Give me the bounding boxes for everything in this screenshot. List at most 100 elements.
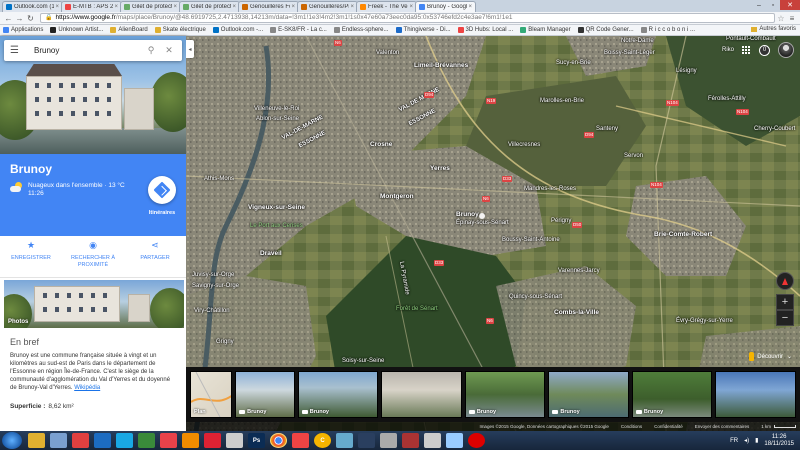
map-place-label[interactable]: Villecresnes <box>508 142 540 148</box>
tab-close-icon[interactable]: × <box>114 4 118 10</box>
bookmark-item[interactable]: 3D Hubs: Local ... <box>457 27 513 33</box>
browser-tab[interactable]: Gilet de protection× <box>120 1 181 12</box>
chevron-down-icon[interactable]: ⌄ <box>787 353 792 360</box>
compass-icon[interactable] <box>776 272 794 290</box>
privacy-link[interactable]: Confidentialité <box>654 424 683 429</box>
minimize-button[interactable]: ‒ <box>752 0 766 10</box>
network-icon[interactable]: ▮ <box>755 437 758 444</box>
browser-tab[interactable]: Brunoy - Google Ma× <box>415 1 476 12</box>
directions-button[interactable] <box>148 176 176 204</box>
discover-button[interactable]: Découvrir ⌄ <box>749 352 792 361</box>
zoom-in-button[interactable]: + <box>776 294 794 310</box>
action-star-button[interactable]: ★ ENREGISTRER <box>0 236 62 277</box>
vlc-app-icon[interactable] <box>182 433 199 448</box>
bookmark-item[interactable]: R i c c o b o n i ... <box>640 27 695 33</box>
map-place-label[interactable]: Savigny-sur-Orge <box>192 283 239 289</box>
language-indicator[interactable]: FR <box>730 438 738 444</box>
map-place-label[interactable]: Boissy-Saint-Léger <box>604 50 655 56</box>
reload-icon[interactable]: ↻ <box>25 14 36 23</box>
tab-close-icon[interactable]: × <box>232 4 236 10</box>
map-place-label[interactable]: Évry-Grégy-sur-Yerre <box>676 318 733 324</box>
3d-app-icon[interactable] <box>226 433 243 448</box>
map-place-label[interactable]: Santeny <box>596 126 618 132</box>
action-share-button[interactable]: ⋖ PARTAGER <box>124 236 186 277</box>
map-place-label[interactable]: Athis-Mons <box>204 176 234 182</box>
action-pin-nearby-button[interactable]: ◉ RECHERCHER À PROXIMITÉ <box>62 236 124 277</box>
clock[interactable]: 11:26 18/11/2015 <box>764 434 794 448</box>
wikipedia-link[interactable]: Wikipédia <box>74 385 100 391</box>
bookmark-item[interactable]: Bleam Manager <box>520 27 571 33</box>
photo-thumbnail[interactable]: Brunoy <box>631 371 713 418</box>
itunes-app-icon[interactable] <box>424 433 441 448</box>
browser-tab[interactable]: E-MTB : APS 2WD× <box>61 1 122 12</box>
scale-bar[interactable]: 1 km <box>761 424 796 429</box>
tab-close-icon[interactable]: × <box>409 4 413 10</box>
photo-thumbnail[interactable] <box>381 371 462 418</box>
map-place-label[interactable]: Grigny <box>216 339 234 345</box>
bookmark-star-icon[interactable]: ☆ <box>775 14 787 23</box>
other-bookmarks[interactable]: Autres favoris <box>751 26 796 32</box>
sketch-app-icon[interactable] <box>380 433 397 448</box>
map-place-label[interactable]: Villeneuve-le-Roi <box>254 106 299 112</box>
map-place-label[interactable]: Notre-Dame <box>621 38 654 44</box>
browser-tab[interactable]: Genouillères Fox Ra× <box>238 1 299 12</box>
browser-tab[interactable]: Freek - The Vendi× <box>356 1 417 12</box>
browser-tab[interactable]: Gilet de protection× <box>179 1 240 12</box>
map-thumbnail[interactable]: Plan <box>190 371 233 418</box>
map-place-label[interactable]: Juvisy-sur-Orge <box>192 272 234 278</box>
map-place-label[interactable]: Cherry-Coubert <box>754 126 795 132</box>
map-place-label[interactable]: Valenton <box>376 50 399 56</box>
photo-thumbnail[interactable]: Brunoy <box>548 371 629 418</box>
pegman-icon[interactable] <box>749 352 755 361</box>
photos-preview[interactable]: Photos <box>4 280 184 328</box>
avatar[interactable] <box>778 42 794 58</box>
bookmark-item[interactable]: E-SK8/FR - La c... <box>270 27 327 33</box>
map-place-label[interactable]: Le Port aux Cerises <box>250 223 303 229</box>
bookmark-item[interactable]: Thingiverse - Di... <box>395 27 451 33</box>
map-place-label[interactable]: Viry-Châtillon <box>194 308 230 314</box>
search-input[interactable]: Brunoy <box>26 46 144 55</box>
c-app-icon[interactable]: C <box>314 433 331 448</box>
map-place-label[interactable]: Brie-Comte-Robert <box>654 231 712 238</box>
photo-thumbnail[interactable]: Brunoy <box>297 371 379 418</box>
map-place-label[interactable]: Draveil <box>260 250 282 257</box>
map-place-label[interactable]: Sucy-en-Brie <box>556 60 591 66</box>
zoom-out-button[interactable]: − <box>776 310 794 326</box>
feedback-link[interactable]: Envoyer des commentaires <box>695 424 750 429</box>
map-place-label[interactable]: Périgny <box>551 218 571 224</box>
im-app-icon[interactable] <box>446 433 463 448</box>
volume-icon[interactable]: ◂) <box>744 437 749 444</box>
media-app-icon[interactable] <box>72 433 89 448</box>
libraries-app-icon[interactable] <box>50 433 67 448</box>
user-name[interactable]: Riko <box>722 47 734 53</box>
folder-app-icon[interactable] <box>138 433 155 448</box>
address-bar[interactable]: 🔒 https://www.google.fr/maps/place/Bruno… <box>40 13 775 23</box>
notifications-badge[interactable]: 0 <box>759 44 770 56</box>
tab-close-icon[interactable]: × <box>350 4 354 10</box>
browser-tab[interactable]: Outlook.com (1) - f× <box>2 1 63 12</box>
photo-thumbnail[interactable]: Brunoy <box>464 371 546 418</box>
tab-close-icon[interactable]: × <box>291 4 295 10</box>
bookmark-item[interactable]: Unknown Artist... <box>50 27 103 33</box>
collapse-panel-button[interactable]: ◂ <box>186 40 194 58</box>
map-place-label[interactable]: Yerres <box>430 165 450 172</box>
bookmark-item[interactable]: Skate électrique <box>154 27 206 33</box>
photo-thumbnail[interactable] <box>715 371 797 418</box>
close-icon[interactable]: ✕ <box>162 45 176 56</box>
map-place-label[interactable]: Brunoy <box>456 211 479 218</box>
gmail-app-icon[interactable] <box>292 433 309 448</box>
apps-grid-icon[interactable] <box>742 45 751 55</box>
browser-tab[interactable]: Genouillères/Protè× <box>297 1 358 12</box>
back-icon[interactable]: ← <box>3 14 14 23</box>
map-place-label[interactable]: Combs-la-Ville <box>554 309 599 316</box>
tab-close-icon[interactable]: × <box>55 4 59 10</box>
map-place-label[interactable]: Mandres-les-Roses <box>524 186 576 192</box>
tool-app-icon[interactable] <box>336 433 353 448</box>
unity-app-icon[interactable] <box>204 433 221 448</box>
bookmark-item[interactable]: Outlook.com -... <box>212 27 263 33</box>
teamviewer-app-icon[interactable] <box>94 433 111 448</box>
terms-link[interactable]: Conditions <box>621 424 642 429</box>
search-icon[interactable]: ⚲ <box>144 45 158 56</box>
map-place-label[interactable]: Crosne <box>370 141 392 148</box>
opera-app-icon[interactable] <box>468 433 485 448</box>
